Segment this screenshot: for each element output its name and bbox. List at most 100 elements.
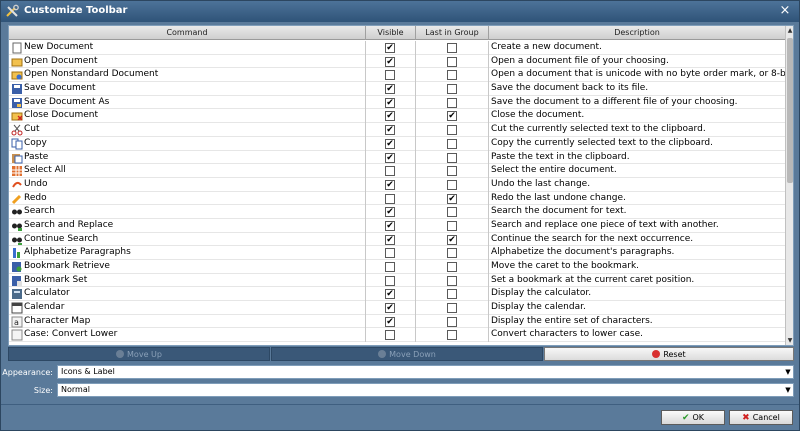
- svg-text:a: a: [14, 318, 19, 327]
- scroll-down-icon[interactable]: ▼: [786, 336, 793, 345]
- table-row[interactable]: Open Document ✔ Open a document file of yo…: [9, 54, 785, 69]
- visible-checkbox[interactable]: ✔: [385, 111, 395, 122]
- last-in-group-checkbox[interactable]: [447, 97, 457, 108]
- customize-toolbar-window: Customize Toolbar × Command Visible Last…: [0, 0, 800, 431]
- ok-button[interactable]: ✔ OK: [661, 410, 725, 425]
- table-row[interactable]: Paste ✔ Paste the text in the clipboard.: [9, 150, 785, 165]
- visible-checkbox[interactable]: ✔: [385, 138, 395, 149]
- table-row[interactable]: New Document ✔ Create a new document.: [9, 41, 785, 55]
- visible-checkbox[interactable]: ✔: [385, 97, 395, 108]
- last-in-group-checkbox[interactable]: [447, 138, 457, 149]
- chevron-down-icon[interactable]: ▼: [783, 384, 793, 396]
- vertical-scrollbar[interactable]: ▲ ▼: [785, 26, 793, 345]
- visible-checkbox[interactable]: ✔: [385, 125, 395, 136]
- visible-checkbox[interactable]: [385, 248, 395, 259]
- table-row[interactable]: Close Document ✔ ✔ Close the document.: [9, 109, 785, 124]
- visible-checkbox[interactable]: ✔: [385, 179, 395, 190]
- last-in-group-checkbox[interactable]: [447, 207, 457, 218]
- move-up-button[interactable]: Move Up: [8, 347, 270, 361]
- table-row[interactable]: Redo ✔ Redo the last undone change.: [9, 191, 785, 206]
- description-cell: Open a document file of your choosing.: [491, 55, 669, 66]
- visible-checkbox[interactable]: ✔: [385, 84, 395, 95]
- column-header-command[interactable]: Command: [9, 26, 366, 40]
- table-row[interactable]: Copy ✔ Copy the currently selected text to…: [9, 136, 785, 151]
- description-cell: Convert characters to lower case.: [491, 329, 644, 340]
- last-in-group-checkbox[interactable]: [447, 330, 457, 341]
- table-row[interactable]: a Character Map ✔ Display the entire set of…: [9, 314, 785, 329]
- last-in-group-checkbox[interactable]: [447, 275, 457, 286]
- chevron-down-icon[interactable]: ▼: [783, 366, 793, 378]
- last-in-group-checkbox[interactable]: [447, 166, 457, 177]
- last-in-group-checkbox[interactable]: [447, 56, 457, 67]
- table-row[interactable]: Bookmark Set Set a bookmark at the curren…: [9, 273, 785, 288]
- last-in-group-checkbox[interactable]: [447, 125, 457, 136]
- table-row[interactable]: Select All Select the entire document.: [9, 164, 785, 178]
- column-header-description[interactable]: Description: [489, 26, 785, 40]
- table-row[interactable]: Save Document As ✔ Save the document to a …: [9, 95, 785, 110]
- scroll-up-icon[interactable]: ▲: [786, 26, 793, 35]
- last-in-group-checkbox[interactable]: [447, 43, 457, 53]
- visible-checkbox[interactable]: [385, 275, 395, 286]
- new-document-icon: [12, 42, 22, 54]
- visible-checkbox[interactable]: [385, 193, 395, 204]
- command-label: Search and Replace: [24, 219, 114, 230]
- visible-cell: ✔: [366, 54, 416, 69]
- visible-checkbox[interactable]: ✔: [385, 234, 395, 245]
- command-label: Calendar: [24, 302, 65, 313]
- last-in-group-checkbox[interactable]: [447, 179, 457, 190]
- visible-checkbox[interactable]: [385, 70, 395, 81]
- visible-checkbox[interactable]: [385, 166, 395, 177]
- visible-checkbox[interactable]: ✔: [385, 56, 395, 67]
- visible-cell: ✔: [366, 205, 416, 219]
- open-nonstandard-icon: [11, 71, 23, 80]
- visible-checkbox[interactable]: [385, 262, 395, 272]
- table-row[interactable]: Case: Convert Lower Convert characters to…: [9, 328, 785, 343]
- visible-checkbox[interactable]: ✔: [385, 316, 395, 327]
- last-in-group-checkbox[interactable]: ✔: [447, 111, 457, 122]
- last-in-group-checkbox[interactable]: [447, 303, 457, 314]
- visible-checkbox[interactable]: ✔: [385, 207, 395, 218]
- visible-checkbox[interactable]: ✔: [385, 220, 395, 231]
- table-row[interactable]: Save Document ✔ Save the document back to …: [9, 82, 785, 96]
- last-in-group-checkbox[interactable]: [447, 152, 457, 163]
- table-row[interactable]: Alphabetize Paragraphs Alphabetize the do…: [9, 246, 785, 260]
- table-row[interactable]: Open Nonstandard Document Open a document…: [9, 68, 785, 83]
- last-in-group-checkbox[interactable]: [447, 84, 457, 95]
- move-down-button[interactable]: Move Down: [271, 347, 543, 361]
- table-row[interactable]: Calendar ✔ Display the calendar.: [9, 301, 785, 315]
- table-row[interactable]: Undo ✔ Undo the last change.: [9, 177, 785, 192]
- grid-header: Command Visible Last in Group Descriptio…: [9, 26, 785, 40]
- column-header-last-in-group[interactable]: Last in Group: [416, 26, 489, 40]
- command-cell: Bookmark Set: [9, 273, 366, 288]
- visible-checkbox[interactable]: ✔: [385, 43, 395, 53]
- table-row[interactable]: Bookmark Retrieve Move the caret to the b…: [9, 260, 785, 274]
- visible-checkbox[interactable]: ✔: [385, 152, 395, 163]
- scroll-thumb[interactable]: [787, 38, 793, 183]
- table-row[interactable]: Cut ✔ Cut the currently selected text to t…: [9, 123, 785, 137]
- visible-checkbox[interactable]: ✔: [385, 303, 395, 314]
- last-in-group-checkbox[interactable]: [447, 289, 457, 300]
- visible-checkbox[interactable]: [385, 330, 395, 341]
- size-select[interactable]: Normal ▼: [57, 383, 794, 397]
- visible-checkbox[interactable]: ✔: [385, 289, 395, 300]
- table-row[interactable]: Search ✔ Search the document for text.: [9, 205, 785, 219]
- description-cell: Redo the last undone change.: [491, 192, 626, 203]
- paste-icon: [12, 153, 23, 163]
- appearance-select[interactable]: Icons & Label ▼: [57, 365, 794, 379]
- save-as-icon: [12, 97, 22, 108]
- close-icon[interactable]: ×: [778, 4, 792, 18]
- last-in-group-checkbox[interactable]: ✔: [447, 234, 457, 245]
- reset-button[interactable]: Reset: [544, 347, 794, 361]
- window-title: Customize Toolbar: [24, 5, 128, 16]
- last-in-group-checkbox[interactable]: [447, 316, 457, 327]
- last-in-group-checkbox[interactable]: [447, 248, 457, 259]
- column-header-visible[interactable]: Visible: [366, 26, 416, 40]
- last-in-group-checkbox[interactable]: [447, 262, 457, 272]
- last-in-group-checkbox[interactable]: [447, 70, 457, 81]
- last-in-group-checkbox[interactable]: ✔: [447, 193, 457, 204]
- cancel-button[interactable]: ✖ Cancel: [729, 410, 793, 425]
- table-row[interactable]: Search and Replace ✔ Search and replace on…: [9, 218, 785, 233]
- table-row[interactable]: Calculator ✔ Display the calculator.: [9, 287, 785, 302]
- last-in-group-checkbox[interactable]: [447, 220, 457, 231]
- table-row[interactable]: Continue Search ✔ ✔ Continue the search for…: [9, 232, 785, 247]
